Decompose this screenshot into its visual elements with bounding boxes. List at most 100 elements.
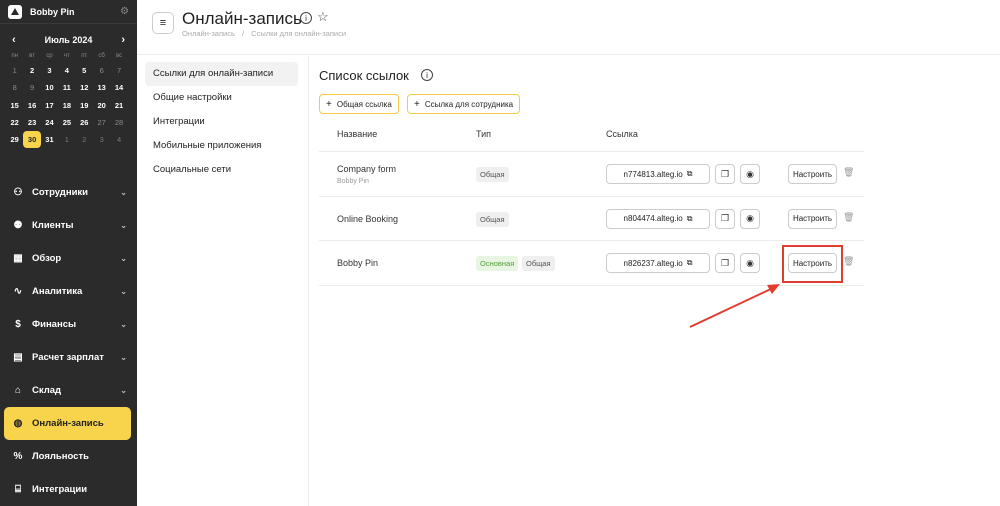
menu-toggle-button[interactable]: ≡ bbox=[152, 12, 174, 34]
calendar-day[interactable]: 4 bbox=[58, 62, 75, 79]
calendar-day[interactable]: 17 bbox=[41, 97, 58, 114]
nav-item-label: Клиенты bbox=[32, 220, 74, 231]
calendar-day[interactable]: 7 bbox=[110, 62, 127, 79]
preview-button[interactable]: ◉ bbox=[740, 164, 760, 184]
type-badge: Общая bbox=[476, 211, 509, 227]
link-url-button[interactable]: n826237.alteg.io ⧉ bbox=[606, 253, 710, 273]
preview-button[interactable]: ◉ bbox=[740, 208, 760, 229]
external-link-icon: ⧉ bbox=[686, 258, 693, 267]
breadcrumb: Онлайн-запись / Ссылки для онлайн-записи bbox=[182, 29, 351, 38]
calendar-day[interactable]: 9 bbox=[23, 79, 40, 96]
nav-item-overview[interactable]: ▦ Обзор ⌄ bbox=[0, 242, 137, 275]
chevron-down-icon: ⌄ bbox=[120, 353, 127, 362]
list-title: Список ссылок bbox=[319, 68, 409, 83]
info-icon[interactable]: i bbox=[300, 12, 312, 24]
configure-button[interactable]: Настроить bbox=[788, 208, 837, 229]
calendar-day[interactable]: 18 bbox=[58, 97, 75, 114]
settings-icon[interactable]: ⚙ bbox=[120, 6, 129, 17]
calendar-day[interactable]: 3 bbox=[41, 62, 58, 79]
nav-item-label: Интеграции bbox=[32, 484, 88, 495]
calendar-day[interactable]: 12 bbox=[76, 79, 93, 96]
settings-menu-item[interactable]: Интеграции bbox=[145, 110, 298, 134]
nav-item-warehouse[interactable]: ⌂ Склад ⌄ bbox=[0, 374, 137, 407]
main-navigation: ⚇ Сотрудники ⌄ ⚉ Клиенты ⌄ ▦ Обзор ⌄ ∿ Аналитика ⌄ $… bbox=[0, 176, 137, 506]
chevron-down-icon: ⌄ bbox=[120, 386, 127, 395]
calendar-day[interactable]: 14 bbox=[110, 79, 127, 96]
calendar-day[interactable]: 19 bbox=[76, 97, 93, 114]
preview-button[interactable]: ◉ bbox=[740, 253, 760, 273]
copy-button[interactable]: ❐ bbox=[715, 253, 735, 273]
eye-icon: ◉ bbox=[746, 168, 754, 179]
chevron-left-icon[interactable]: ‹ bbox=[12, 34, 16, 46]
calendar-day[interactable]: 23 bbox=[23, 114, 40, 131]
settings-menu-item[interactable]: Социальные сети bbox=[145, 158, 298, 182]
info-icon[interactable]: i bbox=[421, 69, 433, 81]
sidebar-header[interactable]: Bobby Pin ⚙ bbox=[0, 0, 137, 24]
calendar-day[interactable]: 1 bbox=[58, 131, 75, 148]
trash-icon[interactable]: 🗑 bbox=[843, 212, 854, 223]
chevron-right-icon[interactable]: › bbox=[121, 34, 125, 46]
calendar-day[interactable]: 13 bbox=[93, 79, 110, 96]
calendar-day[interactable]: 20 bbox=[93, 97, 110, 114]
calendar-day[interactable]: 15 bbox=[6, 97, 23, 114]
calendar-day[interactable]: 5 bbox=[76, 62, 93, 79]
logo-icon bbox=[8, 4, 22, 19]
add-employee-link-button[interactable]: + Ссылка для сотрудника bbox=[407, 94, 521, 114]
calendar-day-today[interactable]: 30 bbox=[23, 131, 41, 149]
star-icon[interactable]: ☆ bbox=[317, 9, 329, 25]
trash-icon[interactable]: 🗑 bbox=[843, 167, 854, 178]
settings-menu-item[interactable]: Ссылки для онлайн-записи bbox=[145, 62, 298, 86]
link-url: n826237.alteg.io bbox=[623, 258, 683, 268]
nav-item-payroll[interactable]: ▤ Расчет зарплат ⌄ bbox=[0, 341, 137, 374]
trash-icon[interactable]: 🗑 bbox=[843, 256, 854, 267]
calendar-day[interactable]: 4 bbox=[110, 131, 127, 148]
nav-item-analytics[interactable]: ∿ Аналитика ⌄ bbox=[0, 275, 137, 308]
calendar-day[interactable]: 24 bbox=[41, 114, 58, 131]
settings-menu-item[interactable]: Общие настройки bbox=[145, 86, 298, 110]
calendar-day[interactable]: 2 bbox=[76, 131, 93, 148]
calendar-day[interactable]: 26 bbox=[76, 114, 93, 131]
calendar-day[interactable]: 16 bbox=[23, 97, 40, 114]
nav-item-label: Сотрудники bbox=[32, 187, 89, 198]
external-link-icon: ⧉ bbox=[686, 213, 693, 223]
analytics-icon: ∿ bbox=[13, 286, 23, 297]
calendar-day[interactable]: 27 bbox=[93, 114, 110, 131]
plus-icon: + bbox=[414, 98, 420, 110]
calendar-day[interactable]: 25 bbox=[58, 114, 75, 131]
link-url-button[interactable]: n804474.alteg.io ⧉ bbox=[606, 208, 710, 229]
link-url-button[interactable]: n774813.alteg.io ⧉ bbox=[606, 164, 710, 184]
nav-item-integrations[interactable]: ⌸ Интеграции bbox=[0, 473, 137, 506]
add-common-link-button[interactable]: + Общая ссылка bbox=[319, 94, 399, 114]
copy-button[interactable]: ❐ bbox=[715, 208, 735, 229]
calendar-day[interactable]: 29 bbox=[6, 131, 23, 148]
nav-item-loyalty[interactable]: % Лояльность bbox=[0, 440, 137, 473]
column-header-type: Тип bbox=[476, 129, 492, 139]
type-badge: Общая bbox=[522, 256, 555, 271]
link-name: Online Booking bbox=[337, 213, 399, 224]
configure-button[interactable]: Настроить bbox=[788, 164, 837, 184]
calendar-day[interactable]: 1 bbox=[6, 62, 23, 79]
external-link-icon: ⧉ bbox=[686, 169, 693, 178]
copy-button[interactable]: ❐ bbox=[715, 164, 735, 184]
calendar-header: ‹ Июль 2024 › bbox=[0, 24, 137, 50]
calendar-day[interactable]: 10 bbox=[41, 79, 58, 96]
calendar-weekday: пн bbox=[11, 53, 18, 59]
calendar-day[interactable]: 8 bbox=[6, 79, 23, 96]
nav-item-finance[interactable]: $ Финансы ⌄ bbox=[0, 308, 137, 341]
link-owner: Bobby Pin bbox=[337, 178, 369, 185]
calendar-day[interactable]: 2 bbox=[23, 62, 40, 79]
calendar-day[interactable]: 11 bbox=[58, 79, 75, 96]
link-url: n804474.alteg.io bbox=[623, 214, 683, 223]
calendar-day[interactable]: 22 bbox=[6, 114, 23, 131]
breadcrumb-item-root[interactable]: Онлайн-запись bbox=[182, 29, 235, 38]
nav-item-clients[interactable]: ⚉ Клиенты ⌄ bbox=[0, 209, 137, 242]
calendar-day[interactable]: 6 bbox=[93, 62, 110, 79]
calendar-day[interactable]: 3 bbox=[93, 131, 110, 148]
nav-item-label: Аналитика bbox=[32, 286, 83, 297]
calendar-day[interactable]: 21 bbox=[110, 97, 127, 114]
calendar-day[interactable]: 31 bbox=[41, 131, 58, 148]
calendar-day[interactable]: 28 bbox=[110, 114, 127, 131]
settings-menu-item[interactable]: Мобильные приложения bbox=[145, 134, 298, 158]
nav-item-globe[interactable]: ◍ Онлайн-запись bbox=[4, 407, 131, 440]
nav-item-user[interactable]: ⚇ Сотрудники ⌄ bbox=[0, 176, 137, 209]
